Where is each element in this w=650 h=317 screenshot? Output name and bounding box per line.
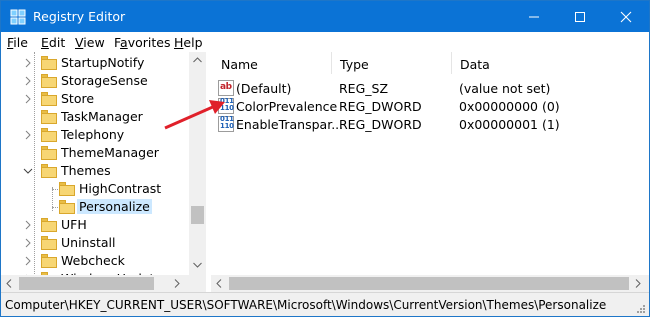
folder-open-icon bbox=[41, 164, 57, 178]
tree-item-label: Themes bbox=[61, 163, 111, 178]
tree-vertical-scrollbar[interactable] bbox=[189, 52, 206, 275]
menu-file[interactable]: File bbox=[7, 35, 28, 50]
key-tree-pane[interactable]: StartupNotify StorageSense Store TaskMan… bbox=[1, 52, 206, 292]
tree-item-label: Uninstall bbox=[61, 235, 116, 250]
chevron-right-icon[interactable] bbox=[23, 57, 33, 69]
tree-vertical-scroll-thumb[interactable] bbox=[191, 206, 204, 224]
window-title: Registry Editor bbox=[33, 9, 126, 24]
folder-icon bbox=[41, 146, 57, 160]
values-list[interactable]: Name Type Data ab (Default) REG_SZ (valu… bbox=[211, 52, 649, 292]
status-bar: Computer\HKEY_CURRENT_USER\SOFTWARE\Micr… bbox=[1, 292, 649, 316]
tree-item-label: Personalize bbox=[77, 199, 152, 214]
value-row[interactable]: ab (Default) REG_SZ (value not set) bbox=[211, 79, 649, 97]
value-data: 0x00000001 (1) bbox=[459, 117, 560, 132]
resize-grip-icon[interactable] bbox=[637, 305, 645, 313]
value-name: EnableTranspar... bbox=[236, 117, 344, 132]
value-name: ColorPrevalence bbox=[236, 99, 338, 114]
chevron-down-icon[interactable] bbox=[23, 165, 33, 177]
menu-edit[interactable]: Edit bbox=[41, 35, 65, 50]
scroll-left-arrow-icon[interactable] bbox=[216, 279, 222, 288]
folder-icon bbox=[41, 110, 57, 124]
folder-icon bbox=[41, 254, 57, 268]
column-separator[interactable] bbox=[451, 52, 452, 74]
value-name: (Default) bbox=[236, 81, 292, 96]
tree-horizontal-scroll-thumb[interactable] bbox=[19, 277, 154, 290]
menu-help[interactable]: Help bbox=[174, 35, 203, 50]
chevron-right-icon[interactable] bbox=[23, 219, 33, 231]
scrollbar-corner bbox=[189, 275, 206, 292]
tree-item-label: Webcheck bbox=[61, 253, 125, 268]
value-type: REG_DWORD bbox=[339, 117, 422, 132]
value-data: 0x00000000 (0) bbox=[459, 99, 560, 114]
registry-editor-window: Registry Editor File Edit View Favorites… bbox=[0, 0, 650, 317]
menu-bar: File Edit View Favorites Help bbox=[1, 32, 649, 52]
chevron-right-icon[interactable] bbox=[23, 129, 33, 141]
tree-item-label: ThemeManager bbox=[61, 145, 159, 160]
registry-app-icon bbox=[10, 9, 26, 25]
key-path: Computer\HKEY_CURRENT_USER\SOFTWARE\Micr… bbox=[5, 298, 607, 312]
tree-item-label: StartupNotify bbox=[61, 55, 145, 70]
tree-guide-line bbox=[34, 52, 35, 292]
folder-icon bbox=[41, 74, 57, 88]
chevron-right-icon[interactable] bbox=[23, 93, 33, 105]
scroll-down-arrow-icon[interactable] bbox=[193, 262, 202, 268]
annotation-arrow-icon bbox=[164, 100, 225, 130]
menu-view[interactable]: View bbox=[75, 35, 105, 50]
menu-favorites[interactable]: Favorites bbox=[114, 35, 170, 50]
scroll-right-arrow-icon[interactable] bbox=[174, 279, 180, 288]
value-data: (value not set) bbox=[459, 81, 551, 96]
minimize-icon bbox=[529, 16, 539, 18]
column-header-name[interactable]: Name bbox=[221, 57, 258, 72]
close-button[interactable] bbox=[603, 1, 649, 32]
tree-item-label: UFH bbox=[61, 217, 87, 232]
scroll-right-arrow-icon[interactable] bbox=[635, 279, 641, 288]
maximize-icon bbox=[575, 12, 585, 22]
column-separator[interactable] bbox=[331, 52, 332, 74]
folder-icon bbox=[41, 218, 57, 232]
tree-item-label: TaskManager bbox=[61, 109, 143, 124]
close-icon bbox=[620, 11, 632, 23]
chevron-right-icon[interactable] bbox=[23, 237, 33, 249]
column-header-type[interactable]: Type bbox=[340, 57, 369, 72]
values-horizontal-scroll-thumb[interactable] bbox=[229, 277, 629, 290]
folder-icon bbox=[41, 92, 57, 106]
scroll-left-arrow-icon[interactable] bbox=[6, 279, 12, 288]
values-horizontal-scrollbar[interactable] bbox=[211, 275, 649, 292]
value-type: REG_SZ bbox=[339, 81, 389, 96]
tree-horizontal-scrollbar[interactable] bbox=[1, 275, 189, 292]
string-value-icon: ab bbox=[218, 80, 234, 96]
chevron-right-icon[interactable] bbox=[23, 255, 33, 267]
scroll-up-arrow-icon[interactable] bbox=[193, 57, 202, 63]
value-row[interactable]: 011 110 EnableTranspar... REG_DWORD 0x000… bbox=[211, 115, 649, 133]
value-row[interactable]: 011 110 ColorPrevalence REG_DWORD 0x00000… bbox=[211, 97, 649, 115]
column-header-data[interactable]: Data bbox=[460, 57, 490, 72]
tree-item-label: StorageSense bbox=[61, 73, 148, 88]
chevron-right-icon[interactable] bbox=[23, 75, 33, 87]
folder-icon bbox=[41, 236, 57, 250]
title-bar[interactable]: Registry Editor bbox=[1, 1, 649, 32]
maximize-button[interactable] bbox=[557, 1, 603, 32]
folder-icon bbox=[59, 182, 75, 196]
folder-icon bbox=[41, 128, 57, 142]
tree-item-label: HighContrast bbox=[79, 181, 162, 196]
value-type: REG_DWORD bbox=[339, 99, 422, 114]
minimize-button[interactable] bbox=[511, 1, 557, 32]
folder-icon bbox=[41, 56, 57, 70]
folder-icon bbox=[59, 200, 75, 214]
tree-item-label: Store bbox=[61, 91, 95, 106]
tree-item-label: Telephony bbox=[61, 127, 125, 142]
